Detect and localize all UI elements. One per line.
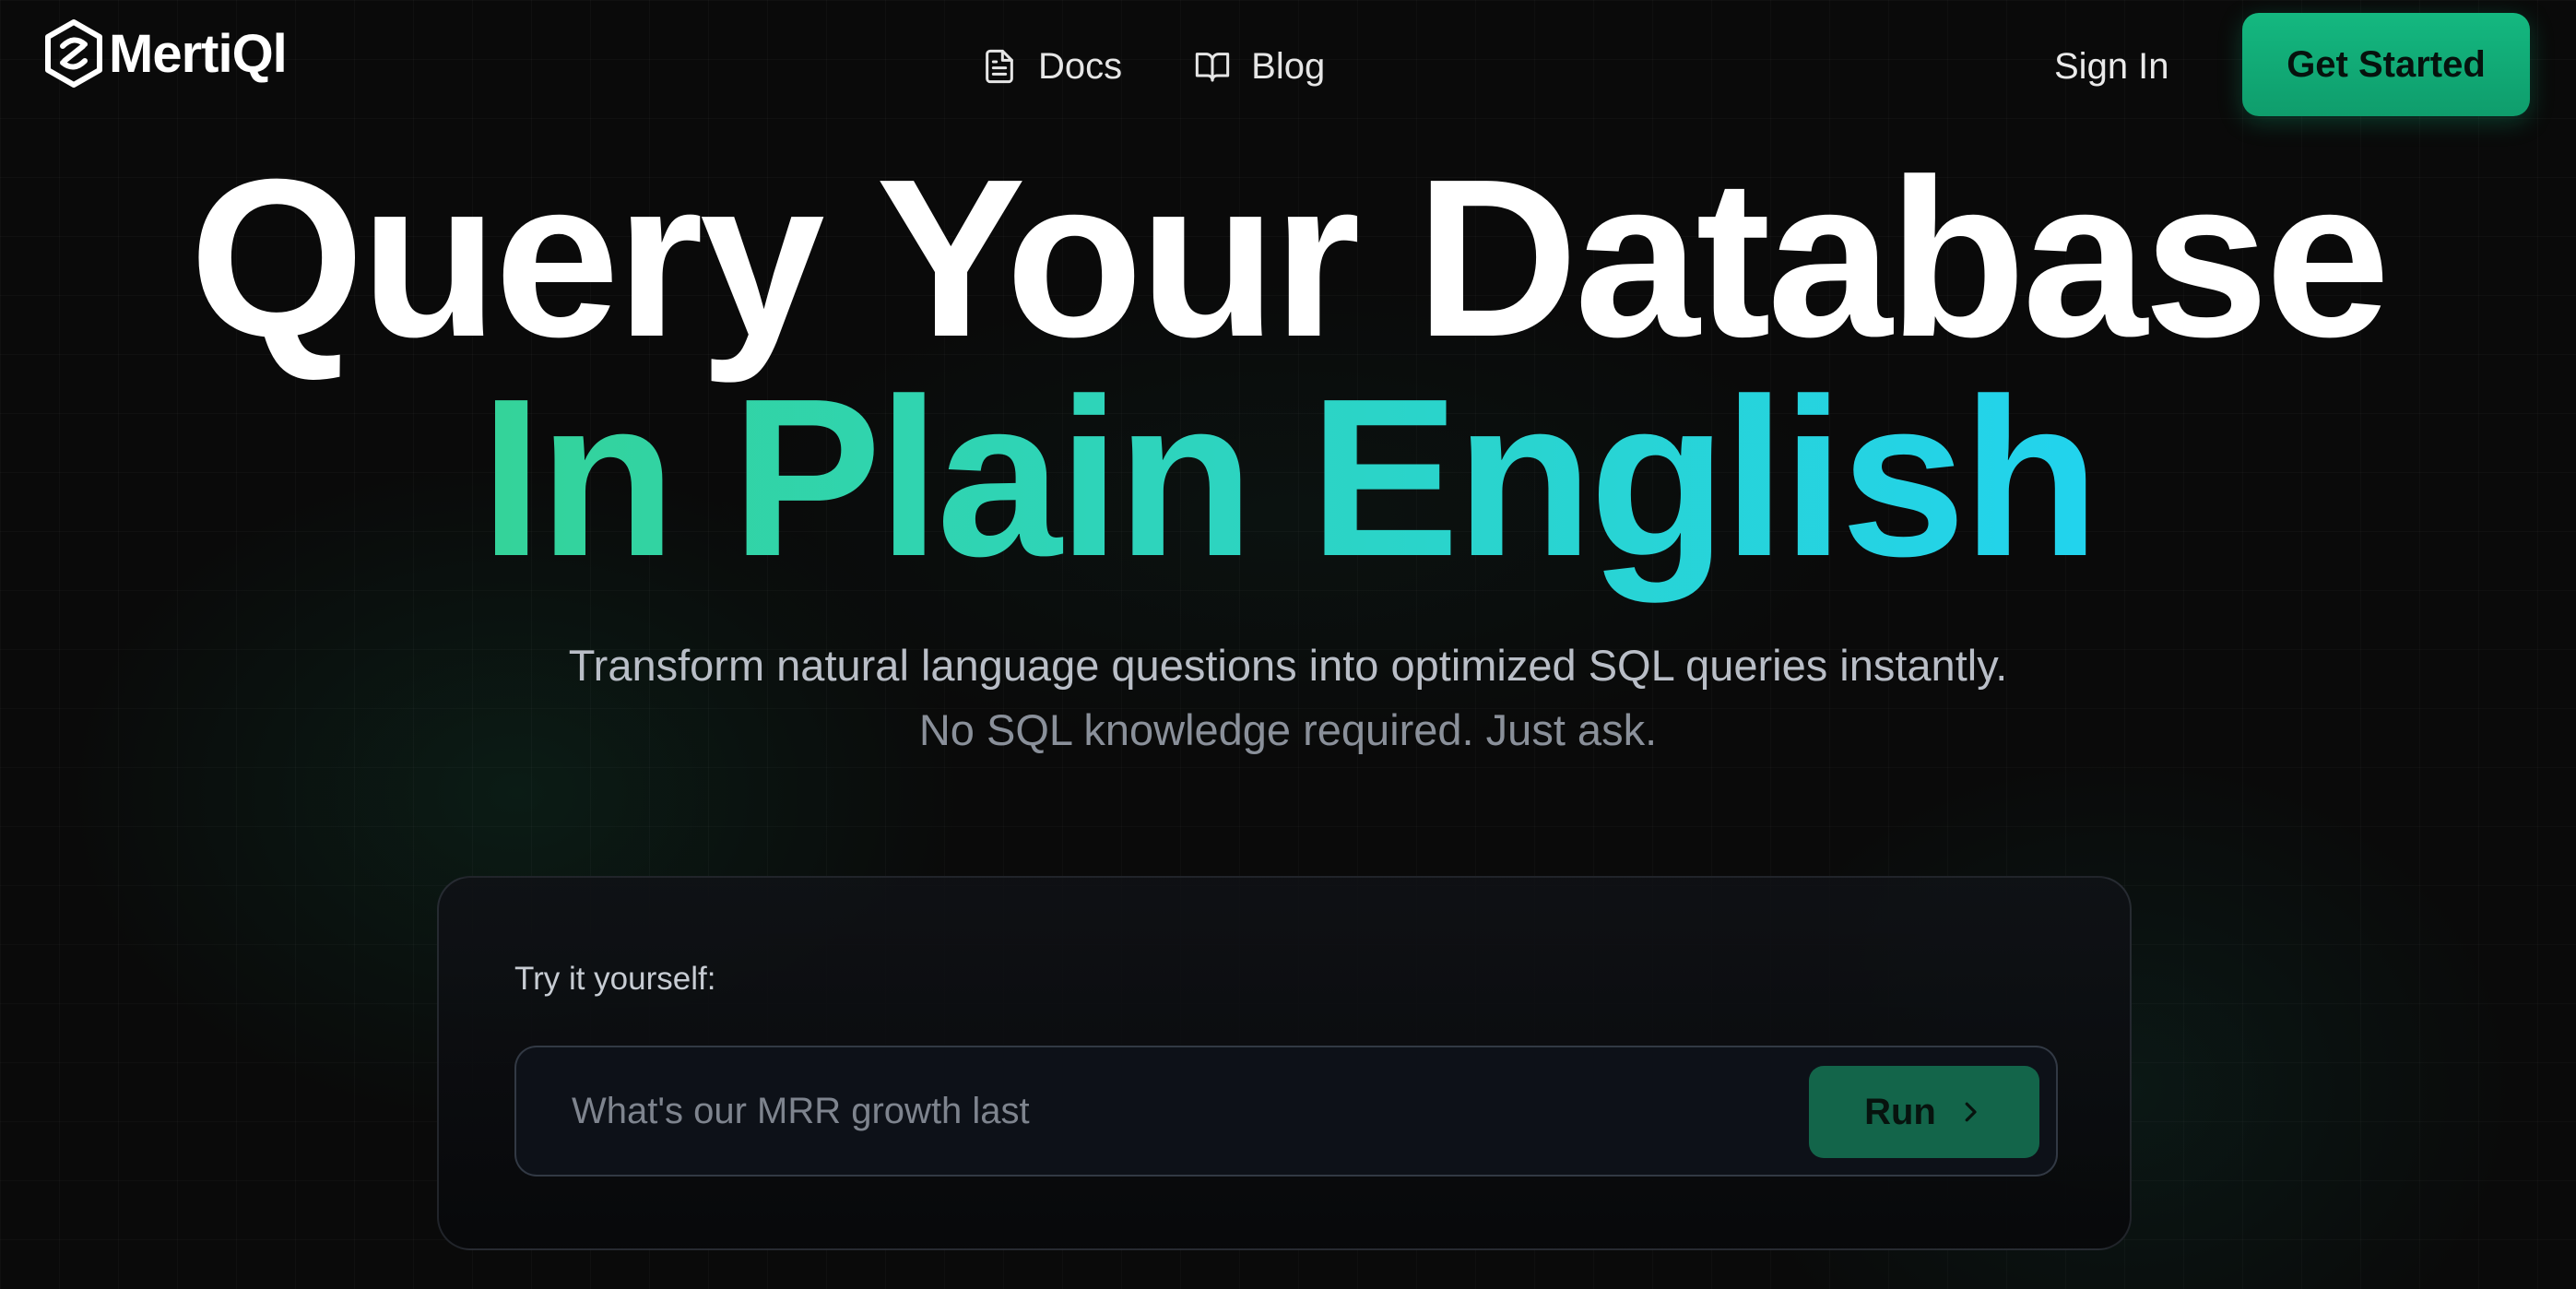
top-navigation: MertiQl Docs Blog Sign In Get Started <box>0 0 2576 129</box>
hero-title-gradient-text: In Plain English <box>479 351 2100 603</box>
nav-link-blog-label: Blog <box>1251 45 1326 87</box>
sign-in-link[interactable]: Sign In <box>2054 37 2169 96</box>
run-button-label: Run <box>1864 1091 1936 1132</box>
hero-title-line1: Query Your Database <box>189 132 2390 384</box>
try-it-label: Try it yourself: <box>514 961 716 997</box>
nav-link-docs-label: Docs <box>1038 45 1123 87</box>
book-icon <box>1195 53 1230 82</box>
hero-subtitle: Transform natural language questions int… <box>568 641 2008 690</box>
logo-icon <box>45 19 102 88</box>
try-it-card: Try it yourself: Run <box>437 876 2132 1250</box>
nav-link-docs[interactable]: Docs <box>981 46 1122 88</box>
chevron-right-icon <box>1965 1102 1977 1122</box>
get-started-button[interactable]: Get Started <box>2242 13 2530 116</box>
document-icon <box>986 49 1013 84</box>
run-button[interactable]: Run <box>1809 1066 2039 1158</box>
query-box: Run <box>514 1046 2058 1177</box>
logo-text: MertiQl <box>109 23 288 84</box>
nav-link-blog[interactable]: Blog <box>1194 46 1325 88</box>
landing-page: MertiQl Docs Blog Sign In Get Started Qu… <box>0 0 2576 1289</box>
logo-link[interactable]: MertiQl <box>42 18 288 89</box>
nav-links: Docs Blog <box>981 37 1325 96</box>
query-input[interactable] <box>572 1047 1770 1175</box>
hero-subtitle-secondary: No SQL knowledge required. Just ask. <box>918 705 1658 754</box>
hero-title-line2: In Plain English <box>0 356 2576 599</box>
